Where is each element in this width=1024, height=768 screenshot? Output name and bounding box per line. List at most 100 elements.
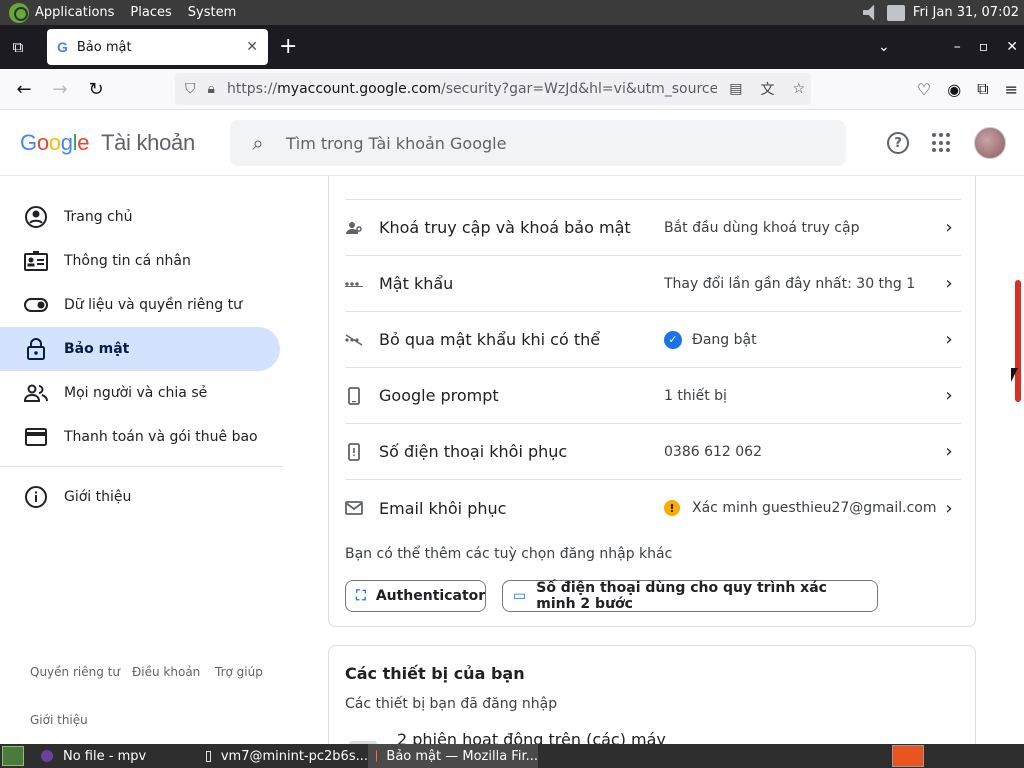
sidebar-item-about[interactable]: Giới thiệu — [0, 475, 280, 519]
mail-icon — [345, 499, 363, 517]
sidebar-divider — [0, 466, 283, 467]
footer-help-link[interactable]: Trợ giúp — [215, 665, 263, 679]
sidebar-item-security[interactable]: Bảo mật — [0, 327, 280, 371]
new-tab-icon[interactable]: + — [279, 33, 297, 61]
row-passkeys[interactable]: Khoá truy cập và khoá bảo mật Bắt đầu dù… — [345, 200, 961, 256]
password-icon — [345, 275, 363, 293]
chevron-right-icon[interactable]: › — [937, 329, 961, 350]
os-taskbar: No file - mpv vm7@minint-pc2b6s... Bảo m… — [0, 744, 1024, 768]
devices-subtitle: Các thiết bị bạn đã đăng nhập — [345, 696, 558, 712]
account-circle-icon — [24, 205, 48, 229]
sidebar-item-personal-info[interactable]: Thông tin cá nhân — [0, 239, 280, 283]
passkey-icon — [345, 219, 363, 237]
id-card-icon — [24, 249, 48, 273]
chevron-right-icon[interactable]: › — [937, 217, 961, 238]
footer-privacy-link[interactable]: Quyền riêng tư — [30, 665, 120, 679]
pocket-icon[interactable]: ♡ — [917, 80, 931, 99]
scrollbar-thumb[interactable] — [1015, 280, 1021, 402]
account-search[interactable]: ⌕ Tìm trong Tài khoản Google — [230, 120, 846, 166]
navigation-bar: ← → ↻ ⛉ 🔒︎ https://myaccount.google.com/… — [0, 69, 1024, 110]
tab-list-icon[interactable]: ⧉ — [0, 25, 36, 69]
terminal-icon — [206, 750, 211, 762]
search-icon[interactable]: ⌕ — [230, 131, 286, 155]
menu-places[interactable]: Places — [130, 5, 171, 20]
back-icon[interactable]: ← — [6, 73, 42, 105]
taskbar-item-firefox[interactable]: Bảo mật — Mozilla Fir... — [368, 744, 538, 768]
lock-icon[interactable]: 🔒︎ — [208, 81, 215, 97]
url-text[interactable]: https://myaccount.google.com/security?ga… — [227, 81, 717, 97]
signin-methods-card: Khoá truy cập và khoá bảo mật Bắt đầu dù… — [328, 176, 976, 627]
translate-icon[interactable]: 文 — [760, 79, 774, 99]
reader-view-icon[interactable]: ▤ — [729, 81, 742, 97]
browser-tab[interactable]: G Bảo mật ✕ — [47, 29, 268, 65]
tab-strip: ⧉ G Bảo mật ✕ + ⌄ – ▫ ✕ — [0, 25, 1024, 69]
url-bar[interactable]: ⛉ 🔒︎ https://myaccount.google.com/securi… — [175, 73, 811, 105]
chevron-right-icon[interactable]: › — [937, 385, 961, 406]
network-icon[interactable] — [886, 4, 905, 21]
hamburger-menu-icon[interactable]: ≡ — [1005, 80, 1018, 99]
forward-icon[interactable]: → — [42, 73, 78, 105]
account-icon[interactable]: ◉ — [947, 80, 961, 99]
chevron-right-icon[interactable]: › — [937, 498, 961, 519]
row-google-prompt[interactable]: Google prompt 1 thiết bị › — [345, 368, 961, 424]
credit-card-icon — [24, 425, 48, 449]
row-recovery-email[interactable]: Email khôi phục ! Xác minh guesthieu27@g… — [345, 480, 961, 536]
taskbar-item-mpv[interactable]: No file - mpv — [33, 744, 198, 768]
menu-applications[interactable]: Applications — [35, 5, 114, 20]
phone-icon — [345, 386, 363, 405]
volume-icon[interactable] — [862, 4, 875, 21]
page-scrollbar[interactable] — [1012, 176, 1024, 744]
sidebar-item-home[interactable]: Trang chủ — [0, 195, 280, 239]
row-recovery-phone[interactable]: Số điện thoại khôi phục 0386 612 062 › — [345, 424, 961, 480]
authenticator-button[interactable]: ⛶ Authenticator — [345, 580, 486, 612]
warning-icon: ! — [664, 500, 680, 516]
row-skip-password[interactable]: Bỏ qua mật khẩu khi có thể ✓ Đang bật › — [345, 312, 961, 368]
window-controls: ⌄ – ▫ ✕ — [860, 25, 1024, 69]
mpv-icon — [41, 750, 53, 762]
footer-about-link[interactable]: Giới thiệu — [30, 713, 88, 727]
clock[interactable]: Fri Jan 31, 07:02 — [913, 5, 1019, 20]
chevron-down-icon[interactable]: ⌄ — [878, 39, 890, 55]
system-tray: Fri Jan 31, 07:02 — [862, 4, 1019, 21]
google-account-logo[interactable]: Google Tài khoản — [20, 130, 195, 156]
close-window-icon[interactable]: ✕ — [1006, 39, 1018, 55]
taskbar-item-terminal[interactable]: vm7@minint-pc2b6s... — [198, 744, 368, 768]
account-label: Tài khoản — [100, 130, 195, 155]
maximize-icon[interactable]: ▫ — [979, 39, 989, 55]
bookmark-star-icon[interactable]: ☆ — [792, 81, 805, 97]
tab-title: Bảo mật — [76, 39, 132, 55]
sidebar: Trang chủ Thông tin cá nhân Dữ liệu và q… — [0, 176, 283, 744]
sidebar-item-people-sharing[interactable]: Mọi người và chia sẻ — [0, 371, 280, 415]
lock-icon — [24, 337, 48, 361]
toggle-icon — [24, 293, 48, 317]
phone-alert-icon — [345, 442, 363, 461]
main-content: Khoá truy cập và khoá bảo mật Bắt đầu dù… — [283, 176, 1008, 744]
sidebar-item-payments[interactable]: Thanh toán và gói thuê bao — [0, 415, 280, 459]
search-placeholder[interactable]: Tìm trong Tài khoản Google — [286, 134, 506, 153]
help-icon[interactable]: ? — [887, 132, 909, 154]
minimize-icon[interactable]: – — [954, 39, 961, 55]
status-badge: Đang bật — [692, 331, 757, 348]
os-top-panel: Applications Places System Fri Jan 31, 0… — [0, 0, 1024, 25]
avatar[interactable] — [974, 127, 1006, 159]
apps-grid-icon[interactable] — [932, 133, 952, 153]
extensions-icon[interactable]: ⧉ — [977, 79, 988, 99]
footer-terms-link[interactable]: Điều khoản — [132, 665, 200, 679]
menu-system[interactable]: System — [188, 5, 236, 20]
reload-icon[interactable]: ↻ — [78, 73, 114, 105]
chevron-right-icon[interactable]: › — [937, 441, 961, 462]
row-password[interactable]: Mật khẩu Thay đổi lần gần đây nhất: 30 t… — [345, 256, 961, 312]
show-desktop-icon[interactable] — [2, 746, 24, 766]
warning-text: Xác minh guesthieu27@gmail.com — [692, 500, 937, 516]
two-step-phone-button[interactable]: ▭ Số điện thoại dùng cho quy trình xác m… — [502, 580, 878, 612]
devices-sessions[interactable]: 2 phiên hoạt động trên (các) máy — [397, 730, 666, 744]
workspace-switcher[interactable] — [892, 745, 924, 767]
close-tab-icon[interactable]: ✕ — [246, 39, 258, 55]
check-circle-icon: ✓ — [664, 330, 682, 349]
toolbar-actions: ♡ ◉ ⧉ ≡ — [917, 73, 1018, 105]
sidebar-item-data-privacy[interactable]: Dữ liệu và quyền riêng tư — [0, 283, 280, 327]
account-header: Google Tài khoản ⌕ Tìm trong Tài khoản G… — [0, 110, 1024, 176]
shield-icon[interactable]: ⛉ — [185, 81, 196, 97]
distro-logo-icon[interactable] — [9, 2, 29, 23]
chevron-right-icon[interactable]: › — [937, 273, 961, 294]
